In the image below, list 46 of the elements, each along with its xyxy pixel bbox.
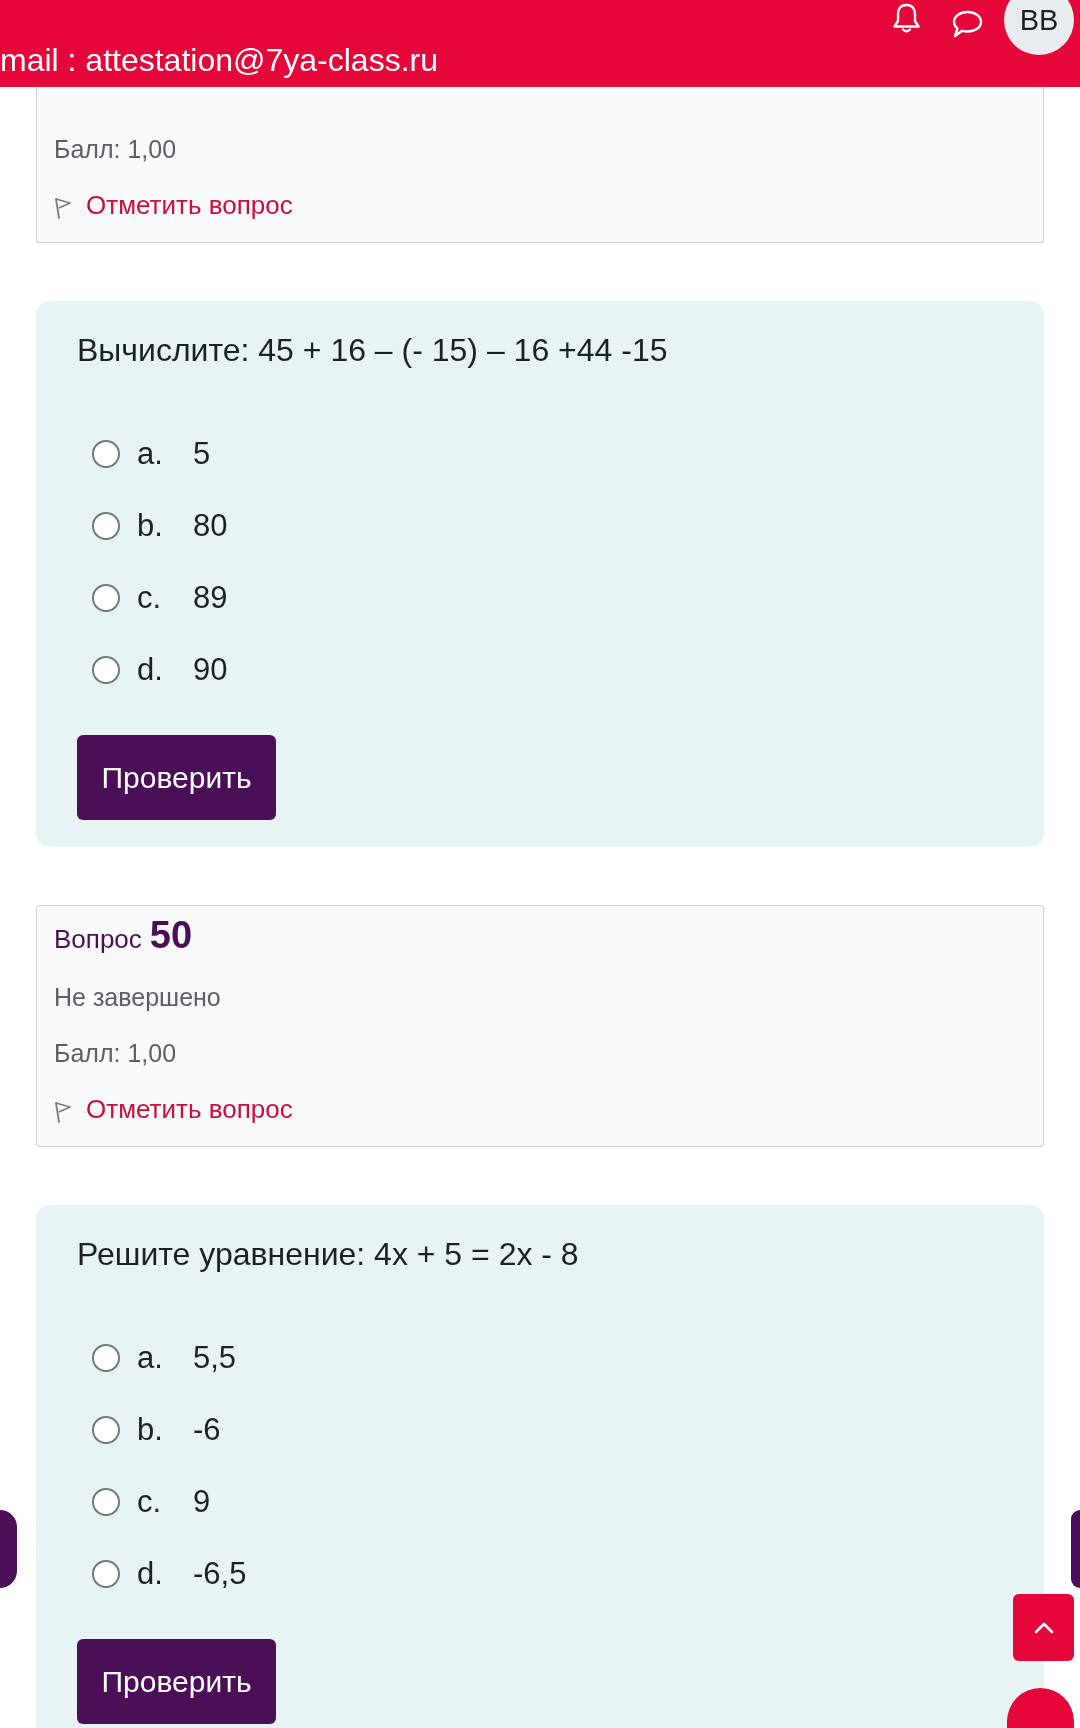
question-text: Вычислите: 45 + 16 – (- 15) – 16 +44 -15 xyxy=(77,331,668,370)
option-value: 9 xyxy=(193,1484,211,1520)
radio-button[interactable] xyxy=(92,584,120,612)
option-letter: a. xyxy=(137,436,164,472)
option-value: -6 xyxy=(193,1412,221,1448)
option-letter: d. xyxy=(137,652,164,688)
contact-email: mail : attestation@7ya-class.ru xyxy=(0,41,438,80)
question-score: Балл: 1,00 xyxy=(54,134,177,165)
scroll-top-button[interactable] xyxy=(1013,1594,1074,1661)
user-avatar[interactable]: BB xyxy=(1004,0,1074,55)
side-tab-button[interactable] xyxy=(1071,1510,1080,1588)
chevron-up-icon xyxy=(1033,1621,1054,1634)
flag-icon[interactable] xyxy=(54,197,72,219)
radio-button[interactable] xyxy=(92,1488,120,1516)
radio-button[interactable] xyxy=(92,1344,120,1372)
option-letter: a. xyxy=(137,1340,164,1376)
option-value: 90 xyxy=(193,652,228,688)
option-value: 80 xyxy=(193,508,228,544)
question-label: Вопрос xyxy=(54,923,142,956)
question-score: Балл: 1,00 xyxy=(54,1038,177,1069)
check-button[interactable]: Проверить xyxy=(77,1639,276,1724)
option-letter: d. xyxy=(137,1556,164,1592)
option-letter: c. xyxy=(137,1484,163,1520)
question-text: Решите уравнение: 4x + 5 = 2x - 8 xyxy=(77,1235,579,1274)
radio-button[interactable] xyxy=(92,656,120,684)
question-status: Не завершено xyxy=(54,982,221,1013)
radio-button[interactable] xyxy=(92,1560,120,1588)
radio-button[interactable] xyxy=(92,512,120,540)
side-tab-button[interactable] xyxy=(0,1510,17,1588)
radio-button[interactable] xyxy=(92,1416,120,1444)
bell-icon[interactable] xyxy=(892,3,921,34)
option-value: -6,5 xyxy=(193,1556,247,1592)
option-value: 89 xyxy=(193,580,228,616)
radio-button[interactable] xyxy=(92,440,120,468)
option-letter: b. xyxy=(137,1412,164,1448)
flag-question-link[interactable]: Отметить вопрос xyxy=(86,187,293,223)
flag-icon[interactable] xyxy=(54,1101,72,1123)
check-button[interactable]: Проверить xyxy=(77,735,276,820)
option-letter: c. xyxy=(137,580,163,616)
question-number: 50 xyxy=(149,915,193,955)
flag-question-link[interactable]: Отметить вопрос xyxy=(86,1091,293,1127)
round-floating-button[interactable] xyxy=(1007,1688,1074,1728)
option-value: 5,5 xyxy=(193,1340,237,1376)
option-value: 5 xyxy=(193,436,211,472)
option-letter: b. xyxy=(137,508,164,544)
chat-bubble-icon[interactable] xyxy=(952,10,983,38)
